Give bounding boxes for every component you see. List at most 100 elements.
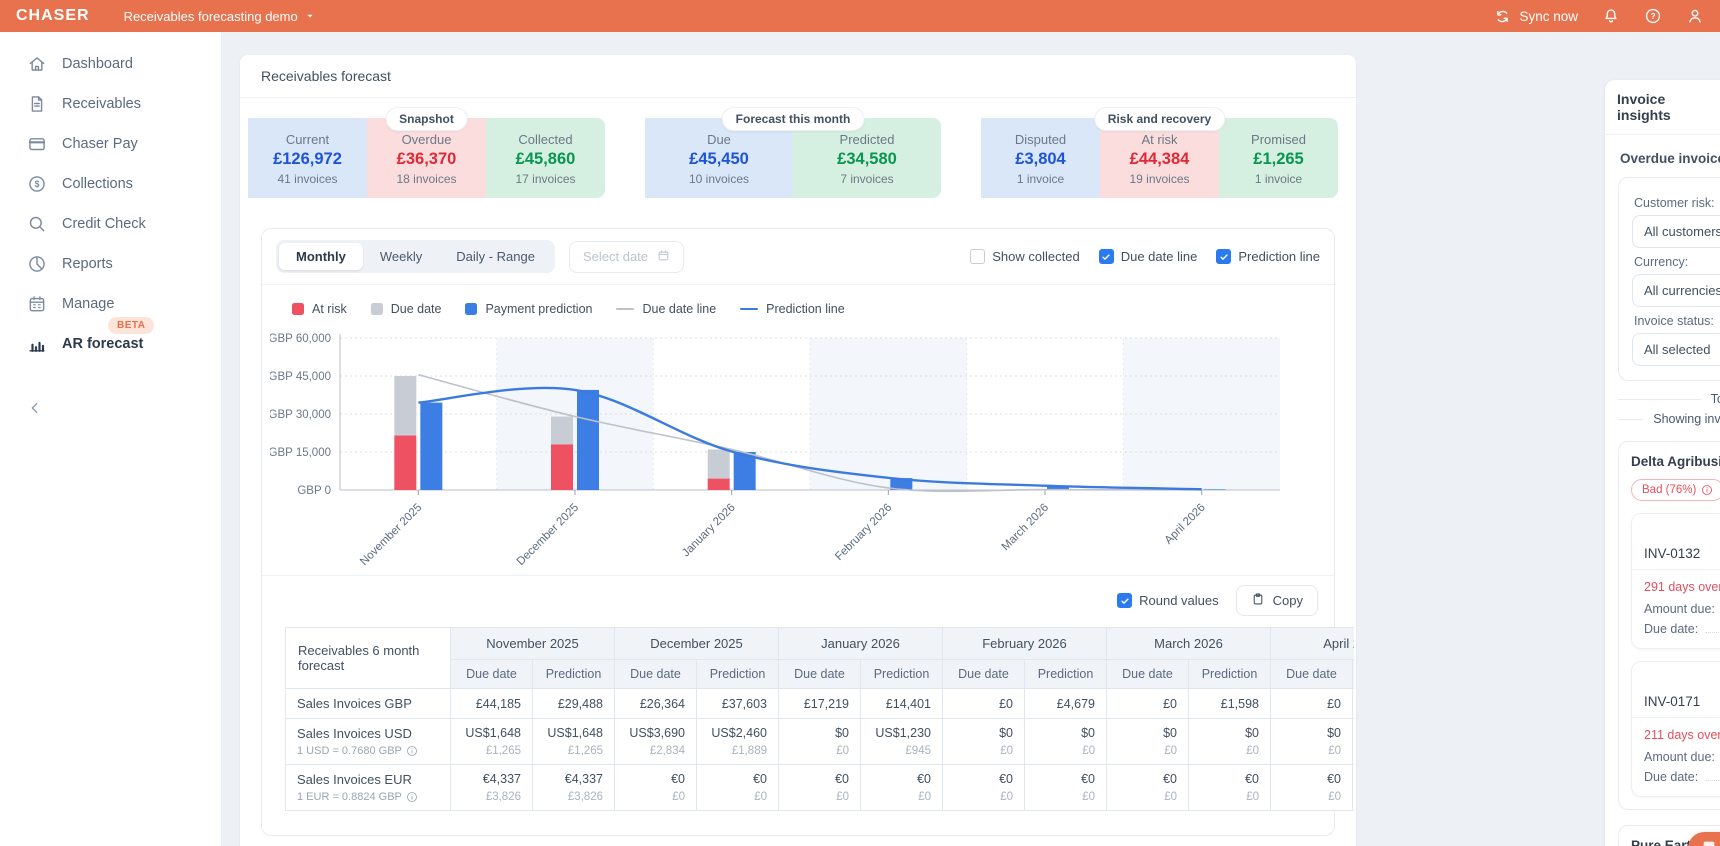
top-bar: CHASER Receivables forecasting demo Sync… (0, 0, 1720, 32)
round-values-checkbox[interactable] (1117, 593, 1133, 608)
converted-value: £0 (836, 745, 849, 757)
table-subheader: Prediction (696, 659, 779, 689)
select-date-placeholder: Select date (582, 249, 649, 264)
table-subheader: Prediction (1024, 659, 1107, 689)
granularity-tabs: Monthly Weekly Daily - Range (276, 240, 555, 273)
legend-item: Payment prediction (465, 302, 592, 316)
customer-risk-badge[interactable]: Bad (76%) (1631, 479, 1720, 501)
toggle-due-date-line[interactable]: Due date line (1098, 249, 1197, 264)
copy-button[interactable]: Copy (1235, 585, 1318, 616)
sidebar-item-credit-check[interactable]: Credit Check (0, 204, 221, 244)
stat-label: Disputed (1014, 132, 1067, 147)
sync-now-button[interactable]: Sync now (1494, 8, 1578, 25)
table-subheader: Due date (1106, 659, 1189, 689)
stat-group-label: Forecast this month (721, 107, 865, 131)
round-values-toggle[interactable]: Round values (1117, 593, 1219, 608)
table-value-cell: £1,598 (1188, 688, 1271, 719)
converted-value: £0 (918, 791, 931, 803)
sidebar-item-label: Collections (62, 176, 133, 192)
row-label: Sales Invoices GBP (297, 696, 412, 711)
stat-card-current[interactable]: Current £126,972 41 invoices (248, 118, 367, 198)
table-subheader: Prediction (1188, 659, 1271, 689)
workspace-switcher[interactable]: Receivables forecasting demo (124, 9, 315, 24)
sidebar-item-dashboard[interactable]: Dashboard (0, 44, 221, 84)
table-value-cell: €0£0 (1188, 764, 1271, 811)
table-value-cell: €0£0 (942, 764, 1025, 811)
filter-value: All selected (1644, 342, 1711, 357)
sidebar-item-ar-forecast[interactable]: AR forecast BETA (0, 317, 221, 364)
legend-square-swatch (292, 303, 304, 315)
filter-select-customer-risk-[interactable]: All customers (1632, 215, 1720, 248)
converted-value: £0 (672, 791, 685, 803)
table-value-cell: €0£0 (778, 764, 861, 811)
checkbox[interactable] (970, 249, 986, 264)
invoice-card[interactable]: OVERDUEINV-0171211 days overdueAmount du… (1631, 661, 1720, 797)
table-row: Sales Invoices USD 1 USD = 0.7680 GBP US$1… (285, 718, 1354, 765)
table-row: Sales Invoices GBP £44,185 £29,488 £26,364 £… (285, 688, 1354, 719)
info-icon[interactable] (406, 745, 418, 757)
table-value-cell: $0£0 (778, 718, 861, 765)
filter-select-currency-[interactable]: All currencies (1632, 274, 1720, 307)
sidebar-item-label: Reports (62, 256, 113, 272)
customer-card[interactable]: Delta AgribusinessBad (76%)Avg 45 days t… (1618, 441, 1720, 810)
filter-value: All currencies (1644, 283, 1720, 298)
checkbox[interactable] (1098, 249, 1114, 264)
copy-label: Copy (1272, 593, 1303, 608)
notifications-bell-icon[interactable] (1602, 7, 1620, 25)
stat-group: Risk and recovery Disputed £3,804 1 invoice… (981, 107, 1338, 198)
invoice-card[interactable]: OLDESTOVERDUEINV-0132291 days overdueAmo… (1631, 513, 1720, 649)
help-circle-icon[interactable]: ? (1644, 7, 1662, 25)
sidebar: Dashboard Receivables Chaser Pay $ Collectio… (0, 32, 222, 846)
info-icon[interactable] (406, 791, 418, 803)
invoice-id: INV-0171 (1644, 694, 1701, 709)
card-icon (27, 134, 47, 154)
stat-group-label: Snapshot (385, 107, 468, 131)
table-month-header: December 2025 (614, 627, 779, 660)
tab-monthly[interactable]: Monthly (279, 243, 363, 270)
sidebar-item-reports[interactable]: Reports (0, 244, 221, 284)
currency-rate-note: 1 EUR = 0.8824 GBP (297, 791, 439, 803)
sidebar-item-label: Dashboard (62, 56, 133, 72)
legend-label: Due date line (642, 302, 717, 316)
toggle-prediction-line[interactable]: Prediction line (1216, 249, 1320, 264)
sidebar-item-chaser-pay[interactable]: Chaser Pay (0, 124, 221, 164)
converted-value: £0 (1082, 791, 1095, 803)
legend-label: Prediction line (766, 302, 845, 316)
stat-value: £34,580 (837, 150, 897, 168)
legend-line-swatch (740, 308, 759, 310)
sidebar-collapse-button[interactable] (0, 390, 221, 431)
table-value-cell: £14,401 (860, 688, 943, 719)
stat-card-promised[interactable]: Promised £1,265 1 invoice (1219, 118, 1338, 198)
stat-card-collected[interactable]: Collected £45,860 17 invoices (486, 118, 605, 198)
row-label: Sales Invoices USD (297, 726, 412, 741)
filter-label: Invoice status: (1634, 314, 1714, 328)
table-subheader: Due date (614, 659, 697, 689)
forecast-chart[interactable]: GBP 0 GBP 15,000 GBP 30,000 GBP 45,000 GBP 6… (262, 318, 1334, 575)
table-value-cell: $0£0 (1352, 718, 1354, 765)
svg-text:GBP 0: GBP 0 (297, 485, 331, 497)
sidebar-item-collections[interactable]: $ Collections (0, 164, 221, 204)
stat-label: Promised (1251, 132, 1306, 147)
table-value-cell: £4,679 (1024, 688, 1107, 719)
table-value-cell: US$2,460 £1,889 (696, 718, 779, 765)
table-corner-label: Receivables 6 month forecast (285, 627, 451, 689)
tab-weekly[interactable]: Weekly (363, 243, 439, 270)
stat-invoice-count: 10 invoices (688, 172, 750, 186)
stat-invoice-count: 19 invoices (1129, 172, 1190, 186)
toggle-show-collected[interactable]: Show collected (970, 249, 1080, 264)
main-content: Receivables forecast Snapshot Current £126… (222, 32, 1720, 846)
user-profile-icon[interactable] (1686, 7, 1704, 25)
row-label-cell: Sales Invoices EUR 1 EUR = 0.8824 GBP (285, 764, 451, 811)
filter-select-invoice-status-[interactable]: All selected (1632, 333, 1720, 366)
svg-text:GBP 30,000: GBP 30,000 (270, 409, 331, 421)
search-icon (27, 214, 47, 234)
stat-card-disputed[interactable]: Disputed £3,804 1 invoice (981, 118, 1100, 198)
tab-daily-range[interactable]: Daily - Range (439, 243, 552, 270)
stat-label: Overdue (401, 132, 452, 147)
sidebar-item-receivables[interactable]: Receivables (0, 84, 221, 124)
table-month-header: March 2026 (1106, 627, 1271, 660)
select-date-button[interactable]: Select date (568, 240, 685, 273)
forecast-table-container: Receivables 6 month forecast November 202… (285, 627, 1354, 835)
checkbox[interactable] (1216, 249, 1232, 264)
filter-label: Currency: (1634, 255, 1689, 269)
